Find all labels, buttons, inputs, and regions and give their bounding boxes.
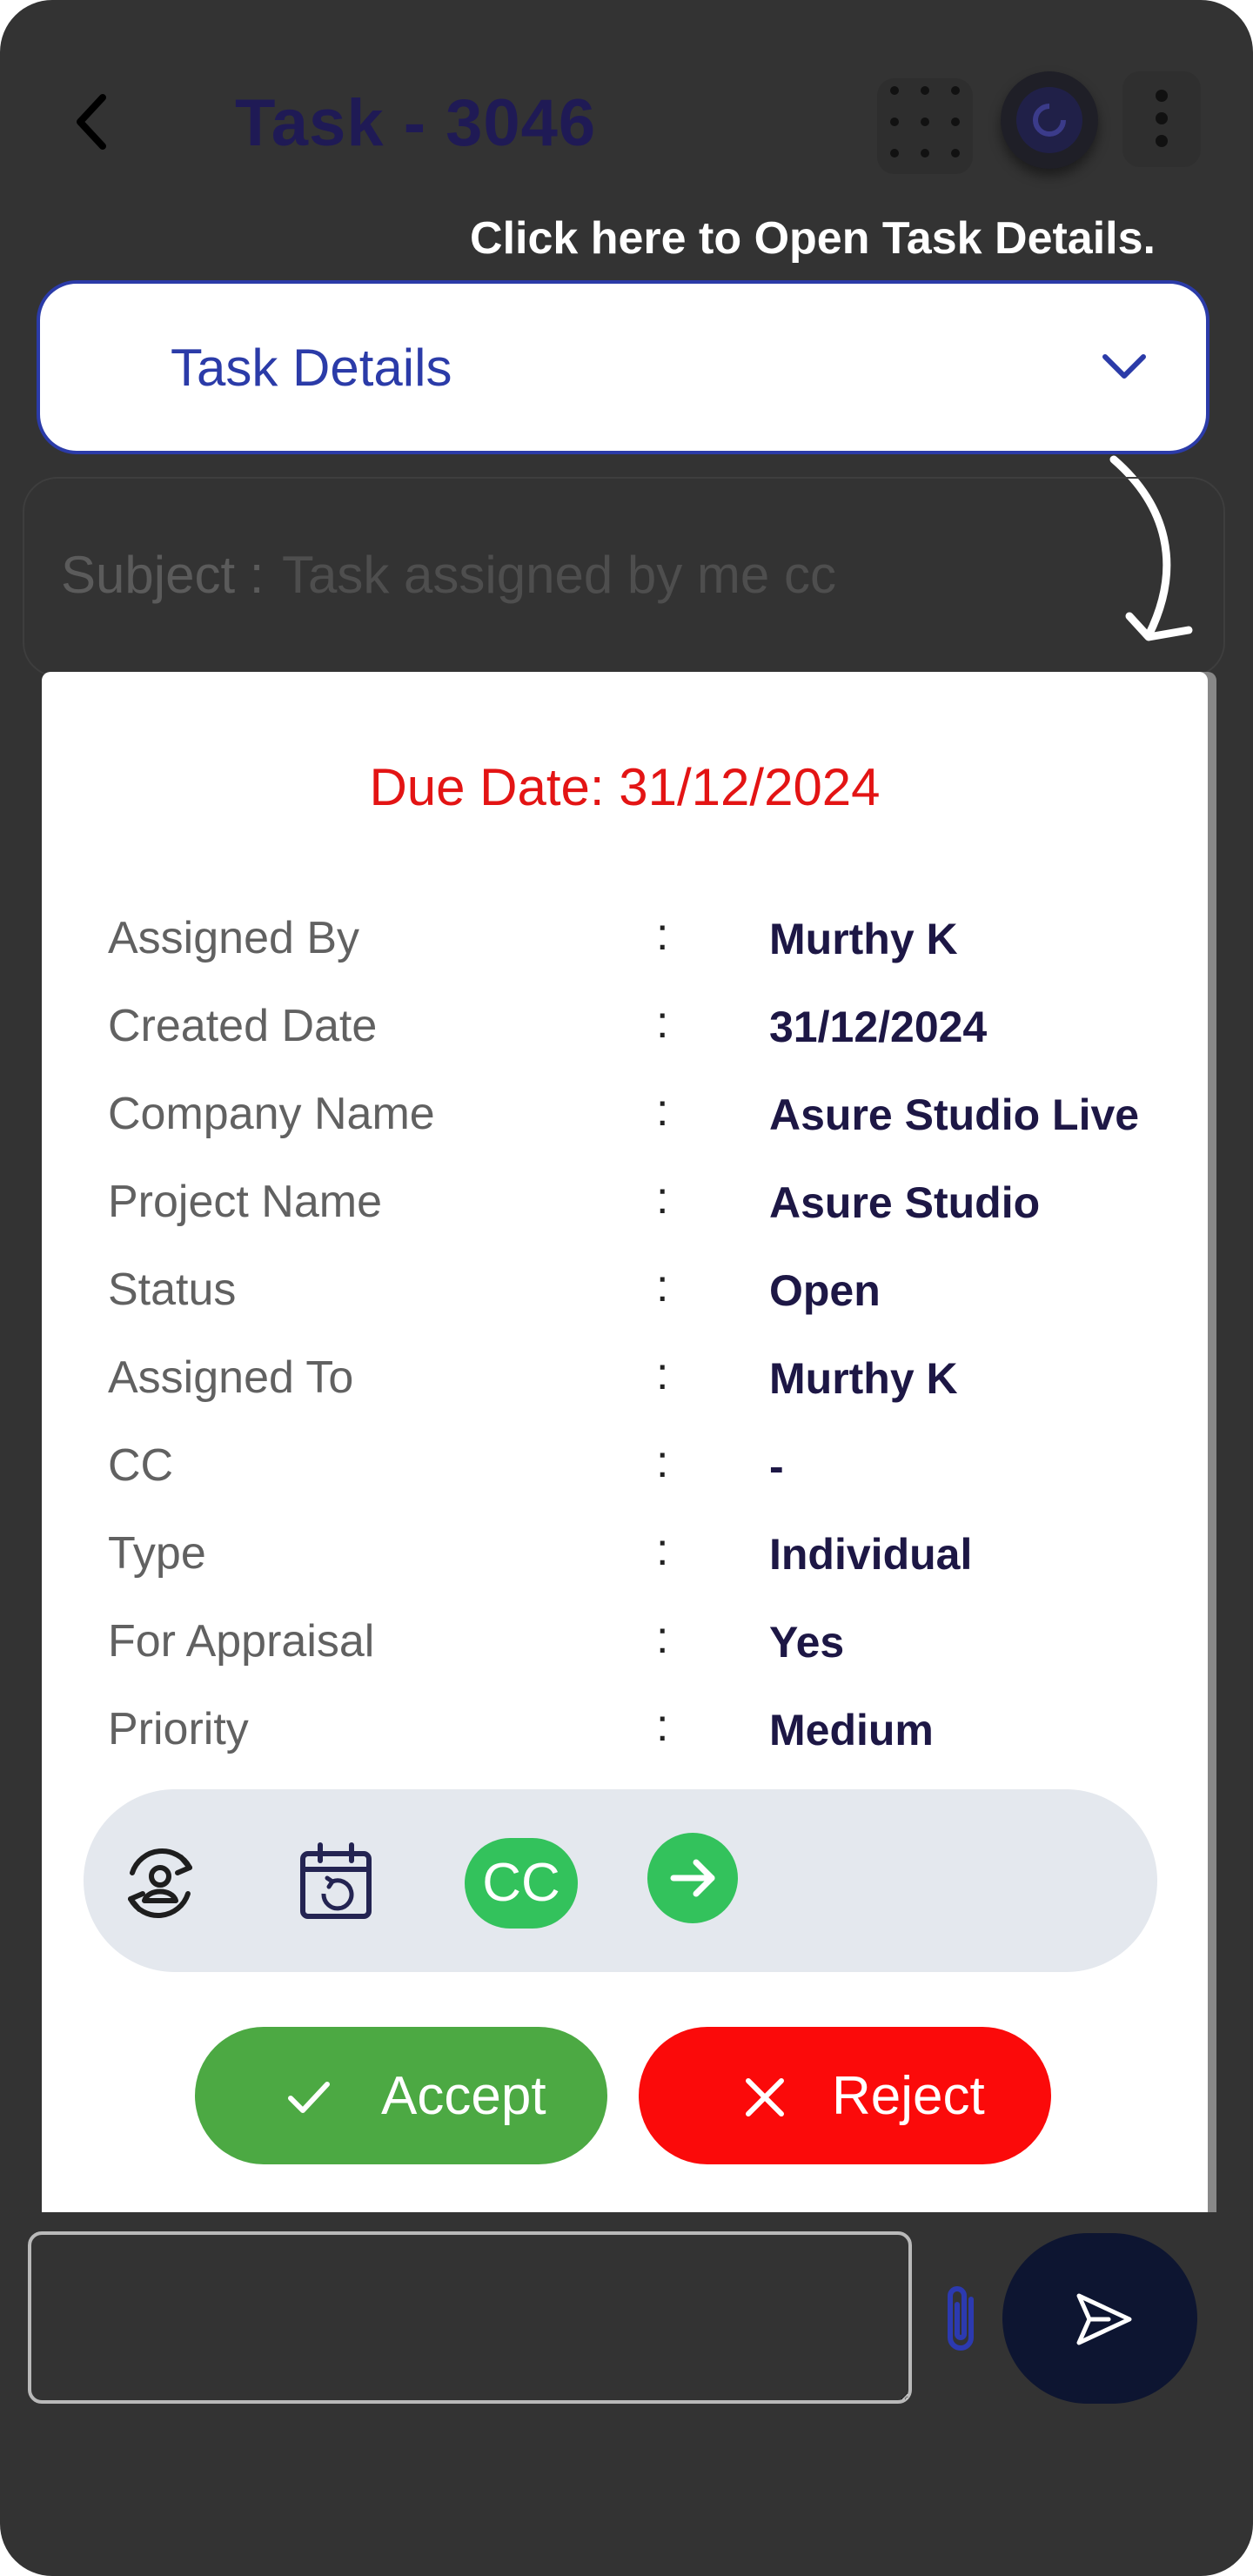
grid-menu-button[interactable] [877,78,973,174]
info-label: Status [108,1265,237,1315]
info-value: Medium [769,1706,934,1754]
calendar-refresh-icon [300,1842,372,1919]
info-value: Yes [769,1618,845,1667]
info-row-type: Type : Individual [108,1525,1178,1588]
task-details-label: Task Details [171,339,452,397]
info-value: Asure Studio Live [769,1090,1140,1139]
message-input[interactable] [28,2231,912,2404]
info-row-status: Status : Open [108,1261,1178,1325]
info-row-assigned-by: Assigned By : Murthy K [108,909,1178,973]
info-value: Murthy K [769,1354,958,1403]
task-screen: Task - 3046 Click here to Open Task Deta… [0,0,1253,2576]
info-value: Asure Studio [769,1178,1041,1227]
info-colon: : [656,1437,669,1487]
due-date-button[interactable] [292,1838,379,1925]
task-details-toggle[interactable]: Task Details [37,280,1209,454]
grid-dots-icon [890,86,960,158]
info-row-company-name: Company Name : Asure Studio Live [108,1085,1178,1149]
info-colon: : [656,909,669,960]
chevron-down-icon [1102,354,1146,379]
info-value: Individual [769,1530,973,1579]
attach-button[interactable] [936,2280,988,2358]
info-colon: : [656,1525,669,1575]
user-avatar-icon [1016,87,1082,153]
kebab-menu-icon [1156,90,1168,147]
info-label: Assigned By [108,913,360,963]
cc-button[interactable]: CC [465,1838,578,1929]
info-label: For Appraisal [108,1616,375,1667]
info-value: Open [769,1266,881,1315]
info-label: Created Date [108,1001,378,1051]
info-colon: : [656,1085,669,1136]
hint-text: Click here to Open Task Details. [470,213,1156,264]
info-row-for-appraisal: For Appraisal : Yes [108,1613,1178,1676]
avatar[interactable] [1001,71,1098,169]
close-icon [746,2078,784,2116]
info-label: Assigned To [108,1352,354,1403]
info-label: CC [108,1440,174,1491]
info-colon: : [656,1701,669,1751]
info-row-created-date: Created Date : 31/12/2024 [108,997,1178,1061]
info-row-cc: CC : - [108,1437,1178,1500]
info-value: 31/12/2024 [769,1003,988,1051]
reject-button[interactable]: Reject [639,2027,1051,2164]
reassign-button[interactable] [115,1838,205,1929]
more-options-button[interactable] [1122,71,1201,167]
info-value: Murthy K [769,915,958,963]
accept-button[interactable]: Accept [195,2027,607,2164]
reject-label: Reject [832,2066,985,2126]
subject-value: Task assigned by me cc [282,546,836,604]
info-colon: : [656,997,669,1048]
info-row-project-name: Project Name : Asure Studio [108,1173,1178,1237]
info-colon: : [656,1173,669,1224]
info-row-assigned-to: Assigned To : Murthy K [108,1349,1178,1412]
info-label: Project Name [108,1177,382,1227]
info-value: - [769,1442,784,1491]
arrow-right-icon [670,1859,715,1897]
info-colon: : [656,1613,669,1663]
send-icon [1076,2293,1132,2345]
subject-label: Subject : [61,546,265,604]
due-date: Due Date: 31/12/2024 [369,758,881,816]
paperclip-icon [948,2286,974,2351]
action-strip: CC [84,1789,1157,1972]
accept-label: Accept [381,2066,546,2126]
info-label: Priority [108,1704,249,1754]
chevron-left-icon [77,94,106,150]
page-title: Task - 3046 [235,86,597,160]
back-button[interactable] [61,87,131,157]
info-row-priority: Priority : Medium [108,1701,1178,1764]
forward-button[interactable] [647,1833,738,1923]
check-icon [288,2082,330,2113]
info-colon: : [656,1261,669,1311]
send-button[interactable] [1002,2233,1197,2404]
task-details-panel: Due Date: 31/12/2024 Assigned By : Murth… [42,672,1208,2212]
info-label: Company Name [108,1089,435,1139]
reassign-user-icon [128,1848,192,1918]
info-label: Type [108,1528,206,1579]
subject-field: Subject : Task assigned by me cc [23,477,1225,677]
info-colon: : [656,1349,669,1399]
